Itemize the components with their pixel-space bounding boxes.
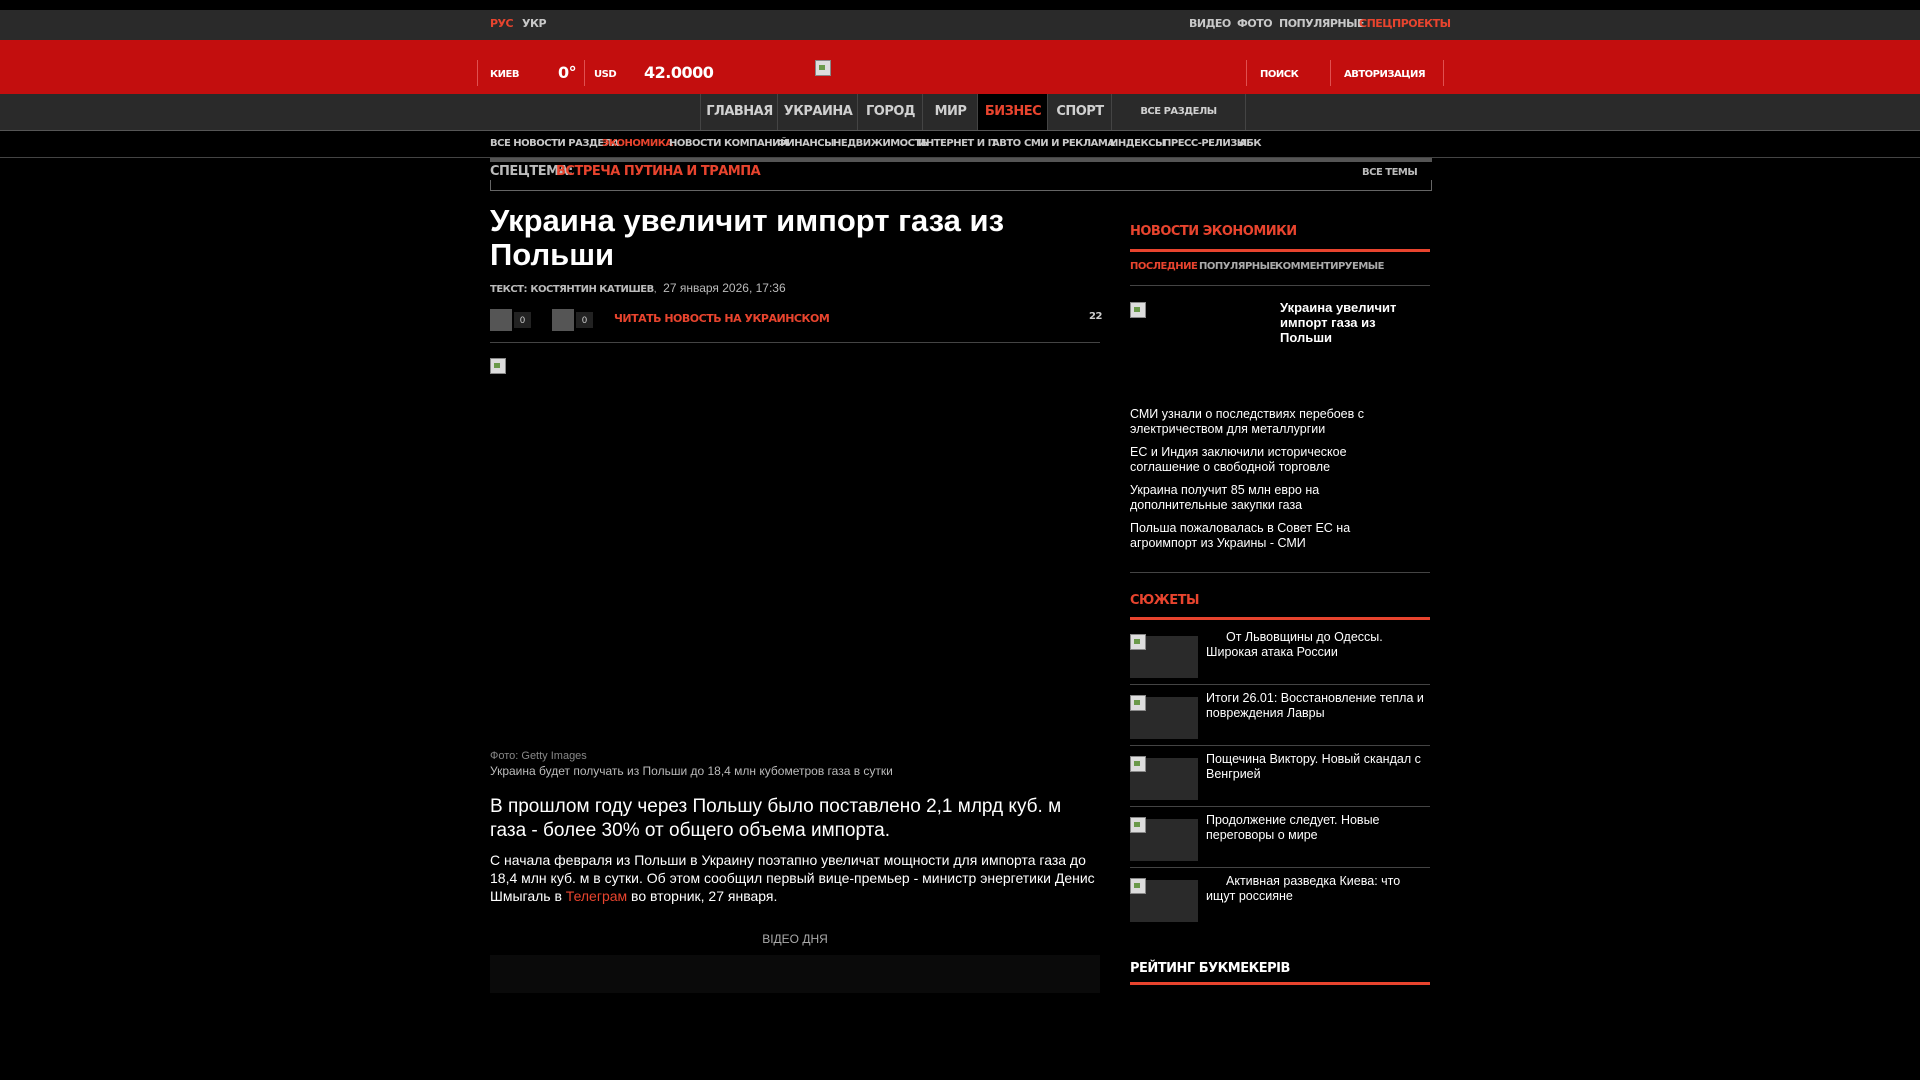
news-link[interactable]: ЕС и Индия заключили историческое соглаш… bbox=[1130, 445, 1390, 475]
header-divider bbox=[1246, 60, 1247, 86]
article-date: 27 января 2026, 17:36 bbox=[663, 281, 786, 295]
video-link[interactable]: ВИДЕО bbox=[1189, 17, 1231, 30]
story-item[interactable]: От Львовщины до Одессы. Широкая атака Ро… bbox=[1130, 624, 1432, 685]
sub-nav: ВСЕ НОВОСТИ РАЗДЕЛА ЭКОНОМИКА НОВОСТИ КО… bbox=[0, 131, 1920, 158]
subnav-auto[interactable]: АВТО bbox=[992, 138, 1021, 149]
story-image-icon bbox=[1130, 817, 1146, 833]
article-meta: ТЕКСТ: КОСТЯНТИН КАТИШЕВ, 27 января 2026… bbox=[490, 281, 786, 295]
bookmakers-title[interactable]: РЕЙТИНГ БУКМЕКЕРІВ bbox=[1130, 961, 1290, 976]
photo-link[interactable]: ФОТО bbox=[1237, 17, 1273, 30]
story-image-icon bbox=[1130, 878, 1146, 894]
photo-credit: Фото: Getty Images bbox=[490, 750, 587, 762]
story-image-icon bbox=[1130, 695, 1146, 711]
story-link[interactable]: От Львовщины до Одессы. Широкая атака Ро… bbox=[1206, 630, 1432, 660]
subnav-media[interactable]: СМИ И РЕКЛАМА bbox=[1024, 138, 1115, 149]
login-button[interactable]: АВТОРИЗАЦИЯ bbox=[1344, 69, 1426, 80]
subnav-company-news[interactable]: НОВОСТИ КОМПАНИЙ bbox=[669, 138, 788, 149]
story-item[interactable]: Итоги 26.01: Восстановление тепла и повр… bbox=[1130, 685, 1432, 746]
tab-business[interactable]: БИЗНЕС bbox=[977, 94, 1048, 130]
subnav-finance[interactable]: ФИНАНСЫ bbox=[777, 138, 834, 149]
tab-main[interactable]: ГЛАВНАЯ bbox=[700, 94, 778, 130]
story-item[interactable]: Активная разведка Киева: что ищут россия… bbox=[1130, 868, 1430, 928]
temperature-value: 0° bbox=[558, 63, 577, 82]
story-item[interactable]: Пощечина Виктору. Новый скандал с Венгри… bbox=[1130, 746, 1432, 807]
tab-city[interactable]: ГОРОД bbox=[857, 94, 923, 130]
spectema-box bbox=[490, 180, 1432, 191]
main-nav: ГЛАВНАЯ УКРАИНА ГОРОД МИР БИЗНЕС СПОРТ В… bbox=[0, 94, 1920, 131]
bookmakers-rule bbox=[1130, 982, 1430, 985]
story-link[interactable]: Продолжение следует. Новые переговоры о … bbox=[1206, 813, 1432, 843]
article-divider bbox=[490, 342, 1100, 343]
news-link[interactable]: Польша пожаловалась в Совет ЕС на агроим… bbox=[1130, 521, 1390, 551]
stories-rule bbox=[1130, 617, 1430, 620]
telegram-link[interactable]: Телеграм bbox=[566, 888, 627, 904]
econ-news-title[interactable]: НОВОСТИ ЭКОНОМИКИ bbox=[1130, 224, 1297, 239]
tab-latest[interactable]: ПОСЛЕДНИЕ bbox=[1130, 261, 1198, 272]
search-button[interactable]: ПОИСК bbox=[1260, 69, 1299, 80]
author-name[interactable]: КОСТЯНТИН КАТИШЕВ bbox=[530, 284, 654, 295]
tab-ukraine[interactable]: УКРАИНА bbox=[777, 94, 858, 130]
story-link[interactable]: Активная разведка Киева: что ищут россия… bbox=[1206, 874, 1432, 904]
article-title: Украина увеличит импорт газа из Польши bbox=[490, 203, 1004, 272]
currency-label: USD bbox=[594, 69, 617, 80]
top-bar: РУС УКР ВИДЕО ФОТО ПОПУЛЯРНЫЕ СПЕЦПРОЕКТ… bbox=[0, 10, 1920, 40]
tab-world[interactable]: МИР bbox=[922, 94, 978, 130]
header-divider bbox=[1443, 60, 1444, 86]
featured-news-link[interactable]: Украина увеличит импорт газа из Польши bbox=[1280, 300, 1430, 345]
header-divider bbox=[477, 60, 478, 86]
story-link[interactable]: Итоги 26.01: Восстановление тепла и повр… bbox=[1206, 691, 1432, 721]
tab-popular[interactable]: ПОПУЛЯРНЫЕ bbox=[1199, 261, 1276, 272]
comments-count[interactable]: 22 bbox=[1089, 311, 1102, 322]
read-ukrainian-link[interactable]: ЧИТАТЬ НОВОСТЬ НА УКРАИНСКОМ bbox=[614, 312, 830, 325]
like-count: 0 bbox=[514, 312, 532, 328]
stories-title[interactable]: СЮЖЕТЫ bbox=[1130, 593, 1199, 608]
city-label: КИЕВ bbox=[490, 69, 520, 80]
story-image-icon bbox=[1130, 634, 1146, 650]
subnav-abk[interactable]: АБК bbox=[1239, 138, 1262, 149]
body-text-part: во вторник, 27 января. bbox=[627, 888, 778, 904]
site-logo-icon[interactable] bbox=[815, 60, 831, 76]
subnav-all-news[interactable]: ВСЕ НОВОСТИ РАЗДЕЛА bbox=[490, 138, 619, 149]
article-image bbox=[490, 358, 506, 374]
spectema-bar bbox=[490, 158, 1432, 162]
subnav-economy[interactable]: ЭКОНОМИКА bbox=[602, 138, 673, 149]
lang-ru-link[interactable]: РУС bbox=[490, 17, 514, 30]
video-player[interactable] bbox=[490, 955, 1100, 993]
all-sections-button[interactable]: ВСЕ РАЗДЕЛЫ bbox=[1111, 94, 1246, 130]
special-projects-link[interactable]: СПЕЦПРОЕКТЫ bbox=[1359, 17, 1451, 30]
header-divider bbox=[1330, 60, 1331, 86]
news-link[interactable]: СМИ узнали о последствиях перебоев с эле… bbox=[1130, 407, 1390, 437]
subnav-indexes[interactable]: ИНДЕКСЫ bbox=[1110, 138, 1165, 149]
sidebar-divider bbox=[1130, 285, 1430, 286]
subnav-internet-it[interactable]: ИНТЕРНЕТ И IT bbox=[918, 138, 998, 149]
all-topics-link[interactable]: ВСЕ ТЕМЫ bbox=[1362, 167, 1418, 178]
like-icon[interactable] bbox=[490, 309, 512, 331]
popular-link[interactable]: ПОПУЛЯРНЫЕ bbox=[1279, 17, 1365, 30]
photo-caption: Украина будет получать из Польши до 18,4… bbox=[490, 764, 893, 778]
featured-news-image[interactable] bbox=[1130, 302, 1146, 318]
author-prefix: ТЕКСТ: bbox=[490, 284, 528, 295]
dislike-count: 0 bbox=[576, 312, 594, 328]
dislike-icon[interactable] bbox=[552, 309, 574, 331]
tab-sport[interactable]: СПОРТ bbox=[1047, 94, 1112, 130]
econ-news-rule bbox=[1130, 249, 1430, 252]
video-of-day-label: ВІДЕО ДНЯ bbox=[762, 932, 828, 946]
tab-commented[interactable]: КОММЕНТИРУЕМЫЕ bbox=[1275, 261, 1384, 272]
rate-value: 42.0000 bbox=[644, 63, 714, 82]
subnav-press[interactable]: ПРЕСС-РЕЛИЗЫ bbox=[1163, 138, 1247, 149]
lang-ua-link[interactable]: УКР bbox=[522, 17, 547, 30]
story-link[interactable]: Пощечина Виктору. Новый скандал с Венгри… bbox=[1206, 752, 1432, 782]
story-image-icon bbox=[1130, 756, 1146, 772]
news-link[interactable]: Украина получит 85 млн евро на дополните… bbox=[1130, 483, 1390, 513]
subnav-realty[interactable]: НЕДВИЖИМОСТЬ bbox=[833, 138, 928, 149]
header-band: КИЕВ 0° USD 42.0000 ПОИСК АВТОРИЗАЦИЯ bbox=[0, 40, 1920, 94]
spectema-topic-link[interactable]: ВСТРЕЧА ПУТИНА И ТРАМПА bbox=[556, 164, 761, 179]
article-lead: В прошлом году через Польшу было поставл… bbox=[490, 796, 1062, 841]
story-item[interactable]: Продолжение следует. Новые переговоры о … bbox=[1130, 807, 1432, 868]
article-body: С начала февраля из Польши в Украину поэ… bbox=[490, 851, 1100, 905]
header-divider bbox=[584, 60, 585, 86]
sidebar-divider bbox=[1130, 572, 1430, 573]
